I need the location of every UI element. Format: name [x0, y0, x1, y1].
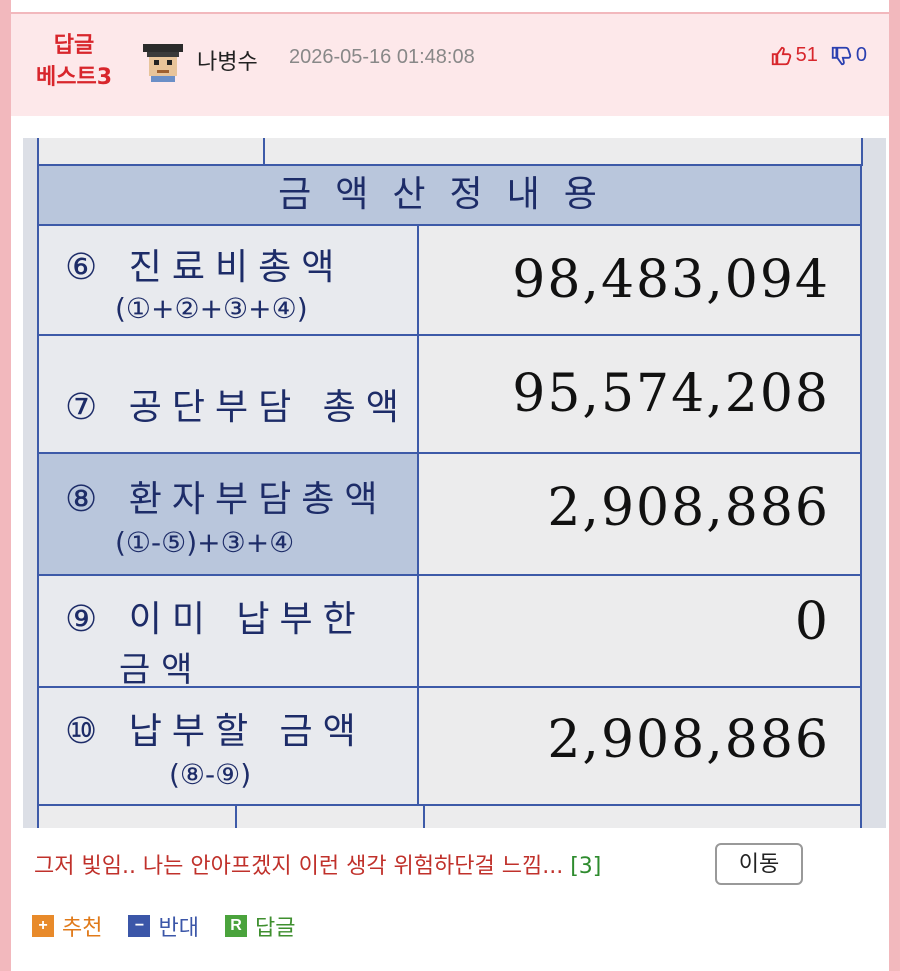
minus-icon: − — [128, 915, 151, 937]
bill-top-cell — [263, 138, 863, 166]
post-actions: + 추천 − 반대 R 답글 — [32, 910, 295, 942]
bill-row-value: 2,908,886 — [417, 686, 862, 806]
best-reply-badge: 답글 베스트3 — [29, 30, 119, 94]
row-amount: 0 — [794, 592, 830, 652]
recommend-button[interactable]: + 추천 — [32, 910, 102, 942]
upvote-count: 51 — [795, 44, 818, 66]
recommend-label: 추천 — [62, 916, 103, 941]
oppose-label: 반대 — [158, 916, 199, 941]
bill-row-value: 2,908,886 — [417, 452, 862, 576]
bill-bottom-cell — [423, 804, 862, 828]
row-label: ⑥ 진료비총액 — [65, 247, 345, 288]
badge-line-1: 답글 — [53, 33, 95, 58]
bill-row-value: 98,483,094 — [417, 224, 862, 336]
oppose-button[interactable]: − 반대 — [128, 910, 199, 942]
avatar[interactable] — [141, 40, 185, 84]
caption-text[interactable]: 그저 빛임.. 나는 안아프겠지 이런 생각 위험하단걸 느낌... — [34, 854, 563, 879]
row-amount: 98,483,094 — [512, 250, 830, 310]
bill-row-label: ⑩ 납부할 금액 (⑧-⑨) — [37, 686, 419, 806]
badge-line-2: 베스트3 — [35, 65, 113, 90]
bill-bottom-cell — [37, 804, 237, 828]
reply-icon: R — [224, 915, 247, 937]
vote-counts: 51 0 — [770, 44, 867, 67]
row-sublabel: (⑧-⑨) — [169, 758, 252, 791]
row-sublabel: (①-⑤)+③+④ — [115, 526, 295, 559]
post-caption[interactable]: 그저 빛임.. 나는 안아프겠지 이런 생각 위험하단걸 느낌... [3] — [34, 848, 601, 880]
post-image[interactable]: 금액산정내용 ⑥ 진료비총액 (①+②+③+④) 98,483,094 ⑦ 공단… — [23, 138, 886, 828]
thumbs-down-icon[interactable] — [830, 45, 852, 67]
bill-heading: 금액산정내용 — [37, 164, 862, 226]
bill-row-value: 0 — [417, 574, 862, 688]
row-sublabel: (①+②+③+④) — [115, 292, 308, 325]
row-label: ⑩ 납부할 금액 — [65, 711, 366, 752]
reply-button[interactable]: R 답글 — [224, 910, 296, 942]
bill-document: 금액산정내용 ⑥ 진료비총액 (①+②+③+④) 98,483,094 ⑦ 공단… — [23, 138, 886, 828]
bill-bottom-cell — [235, 804, 425, 828]
downvote-count: 0 — [855, 44, 867, 66]
author-name[interactable]: 나병수 — [197, 44, 258, 76]
thumbs-up-icon[interactable] — [770, 45, 792, 67]
top-strip — [11, 0, 889, 14]
row-amount: 95,574,208 — [512, 364, 830, 424]
row-amount: 2,908,886 — [547, 710, 830, 770]
bill-row-label: ⑧ 환자부담총액 (①-⑤)+③+④ — [37, 452, 419, 576]
row-label: ⑨ 이미 납부한 — [65, 599, 366, 640]
row-amount: 2,908,886 — [547, 478, 830, 538]
bill-top-cell — [37, 138, 265, 166]
row-label: ⑧ 환자부담총액 — [65, 479, 388, 520]
row-label: ⑦ 공단부담 총액 — [65, 387, 409, 428]
row-sublabel: 금 액 — [119, 650, 193, 690]
bill-row-label: ⑨ 이미 납부한 금 액 — [37, 574, 419, 690]
post-header: 답글 베스트3 나병수 2026-05-16 01:48:08 51 0 — [11, 14, 889, 116]
post-date: 2026-05-16 01:48:08 — [289, 46, 475, 68]
move-button[interactable]: 이동 — [715, 843, 803, 885]
plus-icon: + — [32, 915, 54, 937]
bill-row-label: ⑥ 진료비총액 (①+②+③+④) — [37, 224, 419, 336]
reply-label: 답글 — [254, 916, 296, 941]
bill-row-label: ⑦ 공단부담 총액 — [37, 334, 419, 454]
comment-count: [3] — [570, 854, 602, 879]
bill-row-value: 95,574,208 — [417, 334, 862, 454]
